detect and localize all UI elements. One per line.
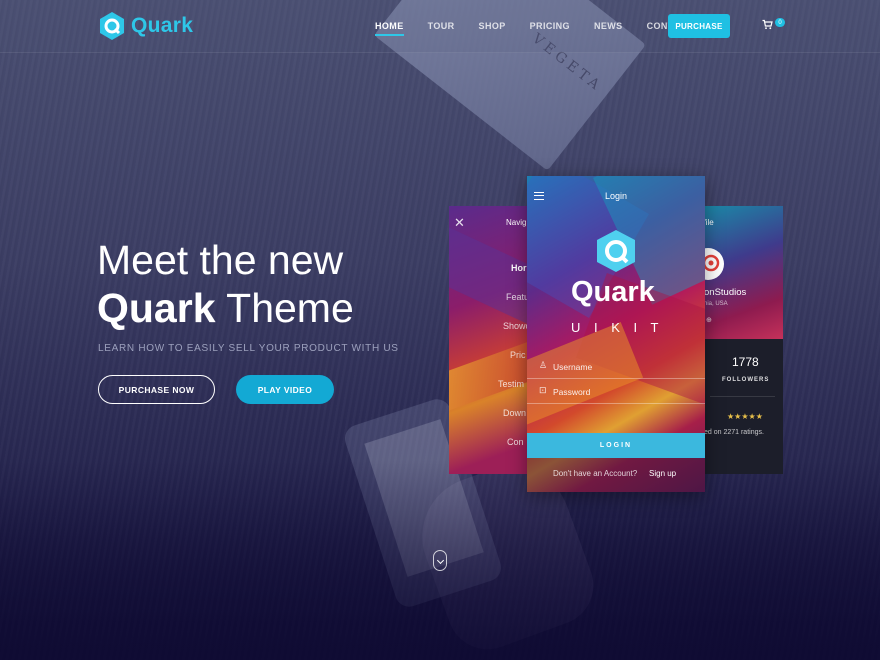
brand-name: Quark — [131, 14, 194, 37]
hero-subtitle: LEARN HOW TO EASILY SELL YOUR PRODUCT WI… — [98, 343, 399, 354]
nav-shop[interactable]: SHOP — [479, 21, 506, 31]
password-field[interactable]: Password — [553, 387, 590, 397]
scroll-down-icon[interactable] — [433, 550, 447, 571]
nav-home[interactable]: HOME — [375, 21, 404, 36]
nav-card-item: Hor — [511, 263, 527, 273]
lock-icon: ⊡ — [539, 385, 547, 395]
cart-count-badge: 0 — [775, 18, 785, 27]
followers-count: 1778 — [732, 355, 759, 369]
nav-card-item: Pric — [510, 350, 526, 360]
hero-title-line1: Meet the new — [97, 237, 344, 283]
brand-logo[interactable]: Quark — [98, 11, 193, 41]
password-underline — [527, 403, 705, 404]
hero-title: Meet the new Quark Theme — [97, 236, 354, 332]
nav-card-item: Con — [507, 437, 524, 447]
profile-divider — [710, 396, 775, 397]
login-card-kit-label: U I K I T — [571, 320, 664, 335]
nav-news[interactable]: NEWS — [594, 21, 623, 31]
nav-tour[interactable]: TOUR — [428, 21, 455, 31]
hero-title-bold: Quark — [97, 285, 216, 331]
hero-title-rest: Theme — [226, 285, 354, 331]
purchase-now-button[interactable]: PURCHASE NOW — [98, 375, 215, 404]
quark-uikit-logo-icon — [597, 230, 635, 272]
profile-social-icon: ⊕ — [706, 317, 712, 324]
profile-card-mockup: ofile onStudios nia, USA ⊕ 1778 FOLLOWER… — [700, 206, 783, 474]
rating-stars-icon: ★★★★★ — [727, 412, 763, 421]
hero-title-line2: Quark Theme — [97, 284, 354, 332]
login-card-header: Login — [605, 191, 628, 201]
login-footer: Don't have an Account? Sign up — [527, 458, 705, 492]
rating-text: ed on 2271 ratings. — [704, 429, 764, 436]
play-video-button[interactable]: PLAY VIDEO — [236, 375, 334, 404]
login-card-mockup: Login Quark U I K I T ♙ Username ⊡ Passw… — [527, 176, 705, 492]
nav-card-item: Featu — [506, 292, 529, 302]
username-underline — [527, 378, 705, 379]
nav-card-header: Navig — [506, 218, 527, 227]
card-facet — [449, 227, 529, 325]
site-header: Quark HOME TOUR SHOP PRICING NEWS CONTAC… — [0, 0, 880, 53]
profile-name: onStudios — [704, 287, 747, 298]
nav-card-item: Down — [503, 408, 527, 418]
nav-pricing[interactable]: PRICING — [530, 21, 570, 31]
main-nav: HOME TOUR SHOP PRICING NEWS CONTACT — [375, 21, 717, 36]
card-facet — [527, 321, 644, 431]
quark-logo-icon — [100, 12, 124, 40]
login-card-brand: Quark — [571, 276, 655, 308]
signup-link[interactable]: Sign up — [649, 469, 676, 478]
cart-icon — [762, 19, 773, 30]
user-icon: ♙ — [539, 360, 548, 370]
cart-button[interactable]: 0 — [762, 18, 785, 30]
login-footer-text: Don't have an Account? — [553, 469, 638, 478]
close-icon: ✕ — [454, 215, 465, 230]
login-button[interactable]: LOGIN — [527, 433, 705, 458]
navigation-card-mockup: ✕ Navig Hor Featu Showc Pric Testim Down… — [449, 206, 529, 474]
nav-card-item: Showc — [503, 321, 529, 331]
username-field[interactable]: Username — [553, 362, 592, 372]
purchase-button[interactable]: PURCHASE — [668, 14, 730, 38]
menu-icon[interactable] — [534, 192, 544, 200]
nav-card-item: Testim — [498, 379, 525, 389]
followers-label: FOLLOWERS — [722, 377, 770, 383]
profile-location: nia, USA — [704, 301, 728, 307]
